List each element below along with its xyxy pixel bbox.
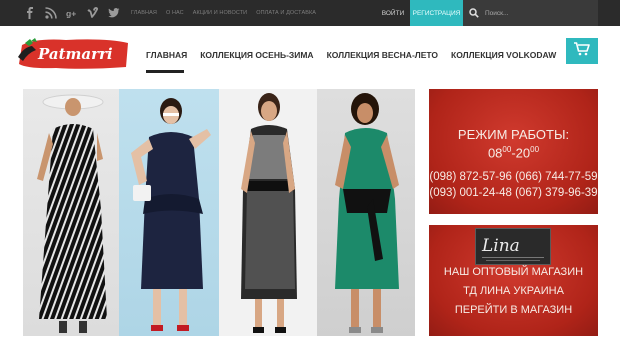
hero-model-2 (119, 89, 219, 336)
facebook-icon[interactable] (24, 7, 36, 19)
rss-icon[interactable] (45, 7, 57, 19)
cart-icon (574, 41, 590, 61)
hero-model-1 (23, 89, 119, 336)
top-nav: ГЛАВНАЯ О НАС АКЦИИ И НОВОСТИ ОПЛАТА И Д… (131, 0, 316, 26)
search-icon[interactable] (463, 0, 485, 26)
nav-home[interactable]: ГЛАВНАЯ (146, 50, 187, 60)
hours-promo[interactable]: РЕЖИМ РАБОТЫ: 0800-2000 (098) 872-57-96 … (429, 89, 598, 214)
main-nav: ГЛАВНАЯ КОЛЛЕКЦИЯ ОСЕНЬ-ЗИМА КОЛЛЕКЦИЯ В… (146, 37, 556, 73)
twitter-icon[interactable] (108, 7, 120, 19)
svg-text:Lina: Lina (481, 236, 520, 256)
wholesale-line-1: НАШ ОПТОВЫЙ МАГАЗИН (443, 266, 584, 278)
nav-autumn-winter[interactable]: КОЛЛЕКЦИЯ ОСЕНЬ-ЗИМА (200, 50, 313, 60)
wholesale-promo[interactable]: Lina НАШ ОПТОВЫЙ МАГАЗИН ТД ЛИНА УКРАИНА… (429, 225, 598, 336)
social-links: g+ (24, 0, 120, 26)
register-button[interactable]: РЕГИСТРАЦИЯ (410, 0, 463, 26)
svg-text:g+: g+ (66, 8, 76, 18)
nav-spring-summer[interactable]: КОЛЛЕКЦИЯ ВЕСНА-ЛЕТО (327, 50, 438, 60)
cart-button[interactable] (566, 38, 598, 64)
hero-model-3 (219, 89, 317, 336)
google-plus-icon[interactable]: g+ (66, 7, 78, 19)
wholesale-link[interactable]: ПЕРЕЙТИ В МАГАЗИН (429, 304, 598, 316)
site-logo[interactable]: Patmarri (16, 37, 130, 71)
top-nav-payment[interactable]: ОПЛАТА И ДОСТАВКА (256, 10, 316, 16)
logo-text: Patmarri (37, 45, 113, 63)
top-nav-news[interactable]: АКЦИИ И НОВОСТИ (193, 10, 247, 16)
active-nav-indicator (146, 70, 184, 73)
hours-range: 0800-2000 (487, 145, 540, 161)
lina-logo: Lina (475, 228, 551, 265)
login-button[interactable]: ВОЙТИ (378, 0, 408, 26)
wholesale-line-2: ТД ЛИНА УКРАИНА (463, 285, 564, 297)
nav-volkodaw[interactable]: КОЛЛЕКЦИЯ VOLKODAW (451, 50, 556, 60)
top-nav-home[interactable]: ГЛАВНАЯ (131, 10, 157, 16)
top-bar: g+ ГЛАВНАЯ О НАС АКЦИИ И НОВОСТИ ОПЛАТА … (0, 0, 620, 26)
search-box (463, 0, 598, 26)
phones-line-2: (093) 001-24-48 (067) 379-96-39 (429, 187, 598, 199)
top-nav-about[interactable]: О НАС (166, 10, 184, 16)
hero-banner[interactable] (23, 89, 415, 336)
search-input[interactable] (485, 9, 585, 17)
hours-title: РЕЖИМ РАБОТЫ: (457, 127, 570, 142)
vimeo-icon[interactable] (87, 7, 99, 19)
hero-model-4 (317, 89, 415, 336)
phones-line-1: (098) 872-57-96 (066) 744-77-59 (429, 171, 598, 183)
